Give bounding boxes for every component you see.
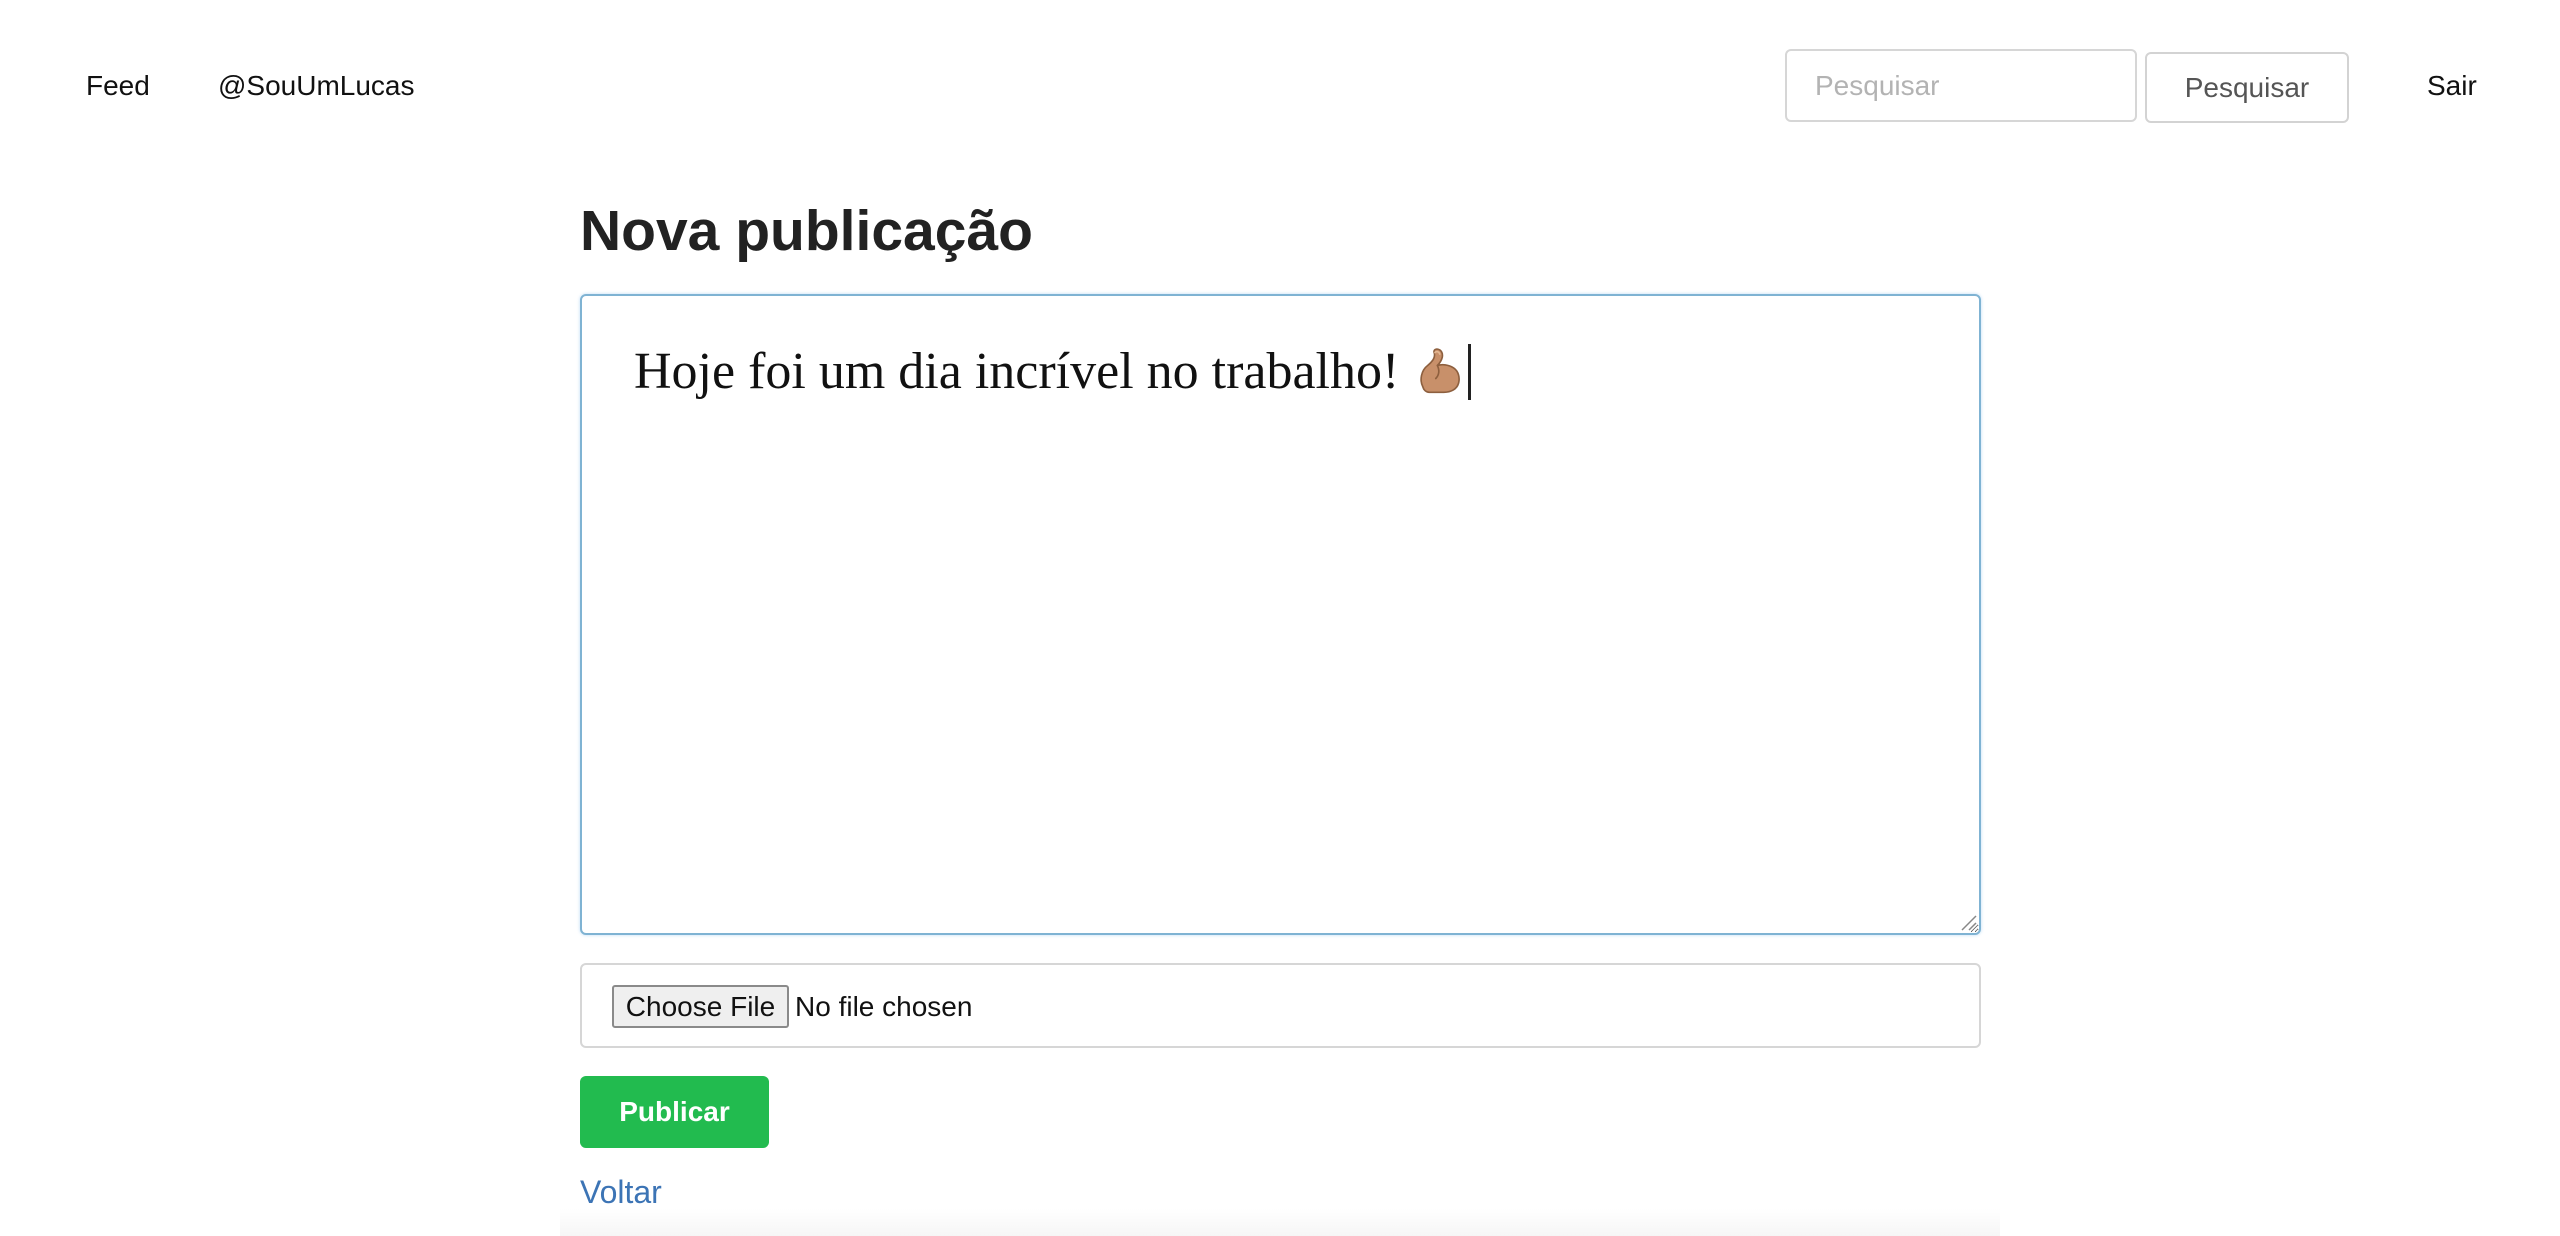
bottom-shadow xyxy=(560,1208,2000,1236)
logout-link[interactable]: Sair xyxy=(2427,69,2477,103)
post-text-input[interactable] xyxy=(580,294,1981,935)
search-button[interactable]: Pesquisar xyxy=(2145,52,2349,123)
choose-file-button[interactable]: Choose File xyxy=(612,985,789,1028)
nav-user-profile-link[interactable]: @SouUmLucas xyxy=(218,69,415,103)
file-status-text: No file chosen xyxy=(795,991,973,1022)
file-upload-field: Choose File No file chosen xyxy=(580,963,1981,1048)
back-link[interactable]: Voltar xyxy=(580,1173,662,1211)
top-navbar: Feed @SouUmLucas Pesquisar Sair xyxy=(0,0,2560,170)
nav-feed-link[interactable]: Feed xyxy=(86,69,150,103)
search-input[interactable] xyxy=(1785,49,2137,122)
publish-button[interactable]: Publicar xyxy=(580,1076,769,1148)
page-title: Nova publicação xyxy=(580,199,1033,263)
